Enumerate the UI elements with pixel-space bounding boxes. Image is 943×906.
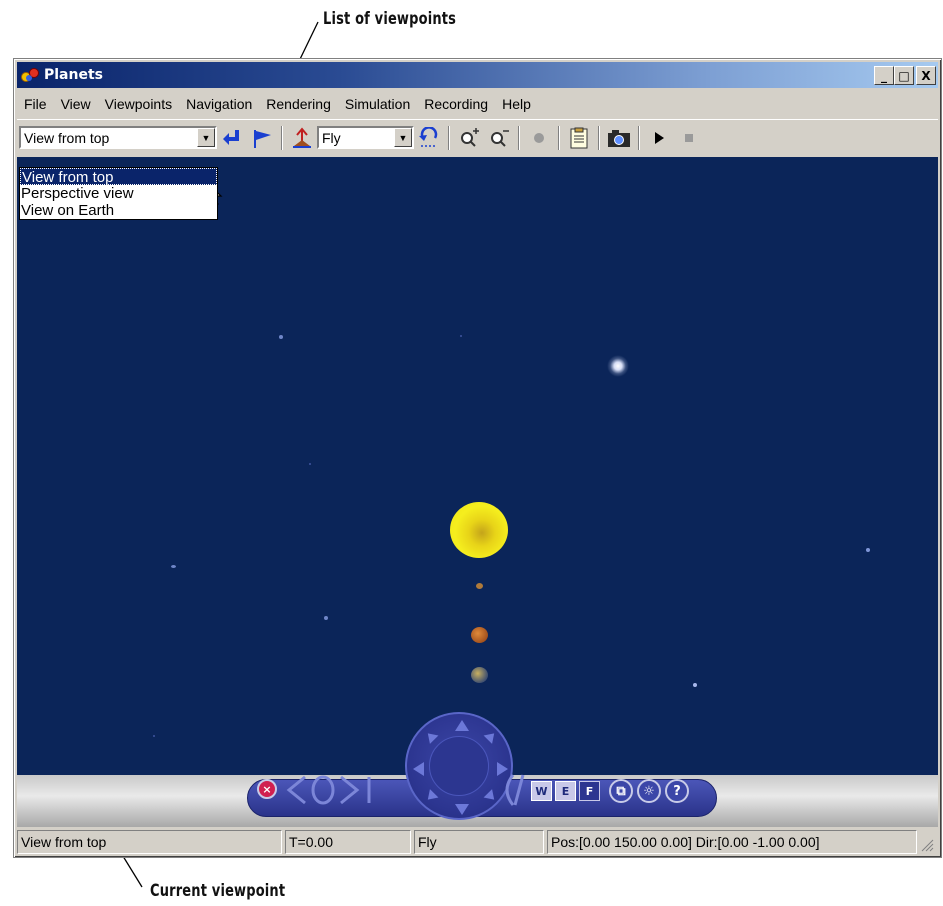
- planet-mercury[interactable]: [476, 583, 483, 589]
- viewpoint-option-view-on-earth[interactable]: View on Earth: [20, 202, 217, 219]
- arrow-up-icon[interactable]: [455, 720, 469, 731]
- viewpoint-option-perspective-view[interactable]: Perspective view: [20, 185, 217, 202]
- return-arrow-icon[interactable]: [220, 126, 244, 150]
- star: [607, 355, 629, 377]
- sun[interactable]: [450, 502, 508, 558]
- viewpoint-option-view-from-top[interactable]: View from top: [20, 168, 217, 186]
- planet-earth[interactable]: [471, 667, 488, 683]
- arrow-down-left-icon[interactable]: [423, 789, 439, 804]
- toolbar-separator: [281, 125, 283, 150]
- maximize-button[interactable]: □: [894, 66, 914, 85]
- scene-viewport[interactable]: × W E F ⧉ ☼ ?: [17, 157, 938, 827]
- resize-grip-icon[interactable]: [920, 838, 934, 852]
- toolbar-separator: [448, 125, 450, 150]
- menu-simulation[interactable]: Simulation: [338, 96, 417, 112]
- minimize-button[interactable]: _: [874, 66, 894, 85]
- capture-icon[interactable]: [607, 126, 631, 150]
- status-current-viewpoint: View from top: [17, 830, 282, 854]
- viewpoint-combo[interactable]: View from top ▼: [19, 126, 217, 149]
- status-navigation-mode: Fly: [414, 830, 544, 854]
- chevron-down-icon[interactable]: ▼: [394, 128, 412, 147]
- menu-bar: File View Viewpoints Navigation Renderin…: [17, 92, 938, 116]
- toolbar-separator: [558, 125, 560, 150]
- planets-window: Planets _ □ X File View Viewpoints Navig…: [13, 58, 942, 858]
- navigation-dial-center[interactable]: [429, 736, 489, 796]
- arrow-up-left-icon[interactable]: [423, 729, 439, 744]
- menu-navigation[interactable]: Navigation: [179, 96, 259, 112]
- star: [693, 683, 697, 687]
- toolbar-separator: [638, 125, 640, 150]
- arrow-down-icon[interactable]: [455, 804, 469, 815]
- undo-move-icon[interactable]: [417, 126, 441, 150]
- star: [171, 565, 176, 568]
- star: [309, 463, 311, 465]
- star: [460, 335, 462, 337]
- navigation-mode-combo[interactable]: Fly ▼: [317, 126, 414, 149]
- menu-viewpoints[interactable]: Viewpoints: [98, 96, 179, 112]
- status-position-direction: Pos:[0.00 150.00 0.00] Dir:[0.00 -1.00 0…: [547, 830, 917, 854]
- block-icon[interactable]: [567, 126, 591, 150]
- star: [153, 735, 155, 737]
- play-icon[interactable]: [647, 126, 671, 150]
- app-icon: [20, 66, 40, 84]
- close-button[interactable]: X: [916, 66, 936, 85]
- callout-list-of-viewpoints: List of viewpoints: [323, 9, 457, 29]
- star: [324, 616, 328, 620]
- headlight-icon[interactable]: [527, 126, 551, 150]
- chevron-down-icon[interactable]: ▼: [197, 128, 215, 147]
- title-bar: Planets _ □ X: [17, 62, 938, 88]
- viewpoint-combo-value: View from top: [24, 129, 110, 146]
- star: [866, 548, 870, 552]
- toolbar-separator: [518, 125, 520, 150]
- menu-help[interactable]: Help: [495, 96, 538, 112]
- menu-file[interactable]: File: [17, 96, 54, 112]
- toolbar: View from top ▼ Fly ▼: [17, 119, 938, 155]
- zoom-in-icon[interactable]: [457, 126, 481, 150]
- close-navigation-icon[interactable]: ×: [257, 779, 277, 799]
- walk-mode-button[interactable]: W: [531, 781, 552, 801]
- planet-venus[interactable]: [471, 627, 488, 643]
- zoom-out-icon[interactable]: [487, 126, 511, 150]
- rotate-slide-controls[interactable]: [285, 773, 395, 807]
- window-title: Planets: [44, 67, 103, 83]
- status-bar: View from top T=0.00 Fly Pos:[0.00 150.0…: [17, 830, 938, 855]
- tilt-control[interactable]: [493, 773, 533, 807]
- navigation-mode-value: Fly: [322, 129, 341, 146]
- callout-current-viewpoint: Current viewpoint: [150, 881, 286, 901]
- menu-rendering[interactable]: Rendering: [259, 96, 338, 112]
- star: [279, 335, 283, 339]
- status-time: T=0.00: [285, 830, 411, 854]
- help-button[interactable]: ?: [665, 779, 689, 803]
- fly-mode-button[interactable]: F: [579, 781, 600, 801]
- flag-icon[interactable]: [250, 126, 274, 150]
- stop-icon[interactable]: [677, 126, 701, 150]
- straighten-up-icon[interactable]: [290, 126, 314, 150]
- arrow-left-icon[interactable]: [413, 762, 424, 776]
- headlight-toggle-icon[interactable]: ☼: [637, 779, 661, 803]
- viewpoint-dropdown-list: View from top Perspective view View on E…: [19, 167, 218, 220]
- menu-view[interactable]: View: [54, 96, 98, 112]
- straighten-icon[interactable]: ⧉: [609, 779, 633, 803]
- arrow-up-right-icon[interactable]: [483, 729, 499, 744]
- toolbar-separator: [598, 125, 600, 150]
- examine-mode-button[interactable]: E: [555, 781, 576, 801]
- menu-recording[interactable]: Recording: [417, 96, 495, 112]
